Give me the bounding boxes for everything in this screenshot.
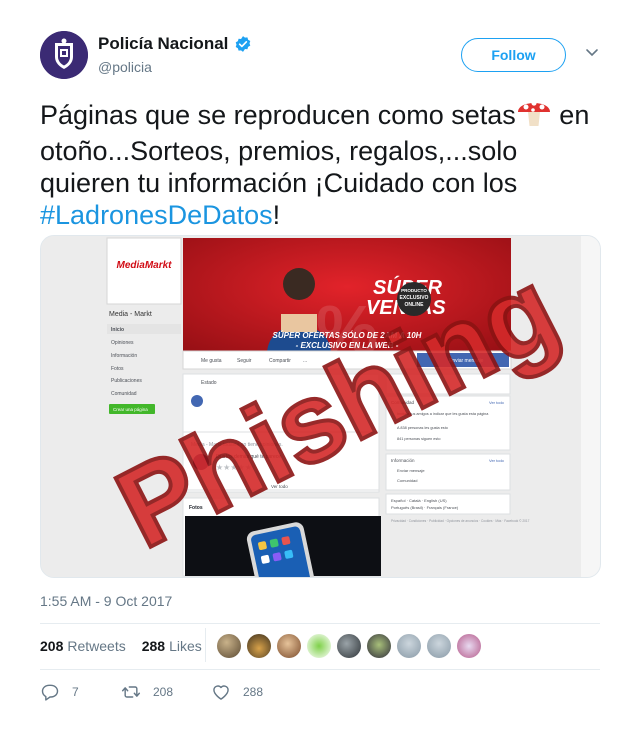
info-label: Información [391, 458, 415, 463]
tweet-actions: 7 208 288 [40, 682, 263, 702]
tweet-media-image[interactable]: % SÚPER VENTAS PRODUCTO EXCLUSIVO ONLINE… [40, 235, 601, 578]
liker-avatar[interactable] [427, 634, 451, 658]
liker-avatar[interactable] [457, 634, 481, 658]
heart-icon [213, 685, 229, 700]
liker-avatar[interactable] [337, 634, 361, 658]
retweet-count: 208 [153, 685, 174, 699]
divider [40, 669, 600, 670]
retweet-action[interactable]: 208 [121, 682, 211, 702]
likes-label: Likes [169, 638, 202, 654]
page-name: Media - Markt [109, 311, 152, 318]
brand-logo: MediaMarkt [116, 260, 172, 271]
tweet-timestamp[interactable]: 1:55 AM - 9 Oct 2017 [40, 593, 172, 609]
info-item: Comunidad [397, 478, 417, 483]
liker-avatar[interactable] [217, 634, 241, 658]
languages-line-1: Español · Català · English (US) [391, 498, 447, 503]
status-label: Estado [201, 380, 217, 386]
stats-separator [205, 628, 206, 662]
liker-avatars [217, 634, 481, 658]
footer-links: Privacidad · Condiciones · Publicidad · … [391, 519, 530, 523]
avatar[interactable] [40, 31, 88, 79]
create-page-button: Crear una página [113, 407, 148, 412]
tweet-text-part1: Páginas que se reproducen como setas [40, 100, 516, 130]
likes-count: 288 [141, 638, 166, 654]
nav-item: Opiniones [111, 340, 134, 346]
liker-avatar[interactable] [367, 634, 391, 658]
display-name-row[interactable]: Policía Nacional [98, 34, 252, 54]
like-action[interactable]: 288 [211, 682, 263, 702]
info-item: Enviar mensaje [397, 468, 425, 473]
reply-action[interactable]: 7 [40, 682, 121, 702]
verified-badge-icon [236, 36, 251, 52]
nav-item: Publicaciones [111, 378, 142, 384]
tweet-stats: 208 Retweets 288 Likes [40, 623, 218, 669]
like-page-action: Me gusta [201, 358, 222, 364]
tweet-text-end: ! [272, 200, 281, 230]
like-count: 288 [243, 685, 264, 699]
retweets-stat[interactable]: 208 Retweets [40, 638, 126, 654]
liker-avatar[interactable] [247, 634, 271, 658]
police-shield-icon [40, 31, 88, 79]
follow-page-action: Seguir [237, 358, 252, 364]
hashtag-link[interactable]: #LadronesDeDatos [40, 200, 273, 230]
follow-button[interactable]: Follow [461, 38, 566, 72]
liker-avatar[interactable] [307, 634, 331, 658]
retweet-icon [121, 686, 141, 698]
tweet-text: Páginas que se reproducen como setas en … [40, 94, 600, 231]
nav-item: Inicio [111, 327, 124, 333]
nav-item: Comunidad [111, 391, 137, 397]
liker-avatar[interactable] [277, 634, 301, 658]
liker-avatar[interactable] [397, 634, 421, 658]
retweets-label: Retweets [67, 638, 126, 654]
mushroom-icon [516, 94, 552, 135]
languages-line-2: Português (Brasil) · Français (France) [391, 505, 459, 510]
banner-badge-1: PRODUCTO [401, 288, 427, 293]
nav-item: Fotos [111, 366, 124, 372]
nav-item: Información [111, 353, 137, 359]
display-name[interactable]: Policía Nacional [98, 34, 228, 54]
reply-count: 7 [72, 685, 79, 699]
community-see-all: Ver todo [489, 400, 505, 405]
facebook-page-screenshot: % SÚPER VENTAS PRODUCTO EXCLUSIVO ONLINE… [41, 236, 600, 577]
retweets-count: 208 [40, 638, 64, 654]
reply-icon [41, 684, 59, 701]
user-handle[interactable]: @policia [98, 59, 152, 75]
likes-stat[interactable]: 288 Likes [142, 638, 202, 654]
chevron-down-icon[interactable] [584, 44, 600, 60]
info-see-all: Ver todo [489, 458, 505, 463]
